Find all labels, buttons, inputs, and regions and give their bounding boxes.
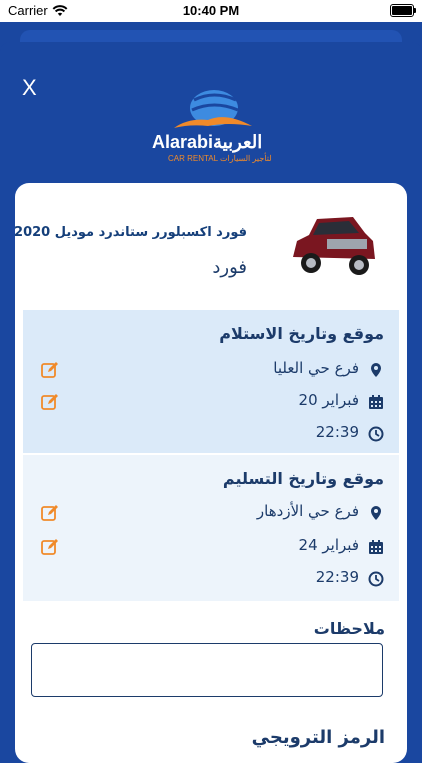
dropoff-title: موقع وتاريخ التسليم [222, 469, 384, 488]
edit-pickup-date-icon[interactable] [41, 393, 59, 411]
edit-pickup-location-icon[interactable] [41, 361, 59, 379]
calendar-icon [369, 540, 383, 554]
notes-input[interactable] [31, 643, 383, 697]
logo-text: Alarabiالعربية [152, 132, 263, 152]
dropoff-time: 22:39 [315, 568, 359, 586]
car-summary: فورد اكسبلورر ستاندرد موديل 2020 فورد [15, 183, 407, 303]
pickup-title: موقع وتاريخ الاستلام [219, 324, 384, 343]
pickup-time-row: 22:39 [23, 422, 399, 446]
pickup-time: 22:39 [315, 423, 359, 441]
clock-icon [368, 426, 384, 442]
pickup-section: موقع وتاريخ الاستلام فرع حي العليا 20 فب… [23, 310, 399, 453]
location-pin-icon [371, 363, 381, 377]
pickup-date: 20 فبراير [298, 391, 359, 409]
dropoff-time-row: 22:39 [23, 567, 399, 591]
pickup-location-row: فرع حي العليا [23, 358, 399, 382]
pickup-location: فرع حي العليا [273, 359, 359, 377]
clock-icon [368, 571, 384, 587]
car-model: فورد اكسبلورر ستاندرد موديل 2020 [15, 225, 247, 240]
status-bar: Carrier 10:40 PM [0, 0, 422, 22]
dropoff-location: فرع حي الأزدهار [256, 502, 359, 520]
notes-title: ملاحظات [313, 619, 385, 638]
edit-dropoff-date-icon[interactable] [41, 538, 59, 556]
edit-dropoff-location-icon[interactable] [41, 504, 59, 522]
logo-mark-icon [174, 90, 252, 128]
calendar-icon [369, 395, 383, 409]
booking-card: فورد اكسبلورر ستاندرد موديل 2020 فورد مو… [15, 183, 407, 763]
car-image [287, 205, 379, 285]
promo-code-title: الرمز الترويجي [251, 727, 385, 748]
location-pin-icon [371, 506, 381, 520]
clock: 10:40 PM [182, 3, 240, 18]
pickup-date-row: 20 فبراير [23, 390, 399, 414]
dropoff-date: 24 فبراير [298, 536, 359, 554]
logo-subtitle: CAR RENTAL لتأجير السيارات [168, 154, 272, 163]
battery-icon [390, 4, 416, 17]
car-brand: فورد [212, 257, 247, 278]
dropoff-section: موقع وتاريخ التسليم فرع حي الأزدهار 24 ف… [23, 455, 399, 601]
dropoff-location-row: فرع حي الأزدهار [23, 501, 399, 525]
close-button[interactable]: X [22, 75, 37, 101]
dropoff-date-row: 24 فبراير [23, 535, 399, 559]
brand-logo: Alarabiالعربية CAR RENTAL لتأجير السيارا… [150, 88, 275, 168]
